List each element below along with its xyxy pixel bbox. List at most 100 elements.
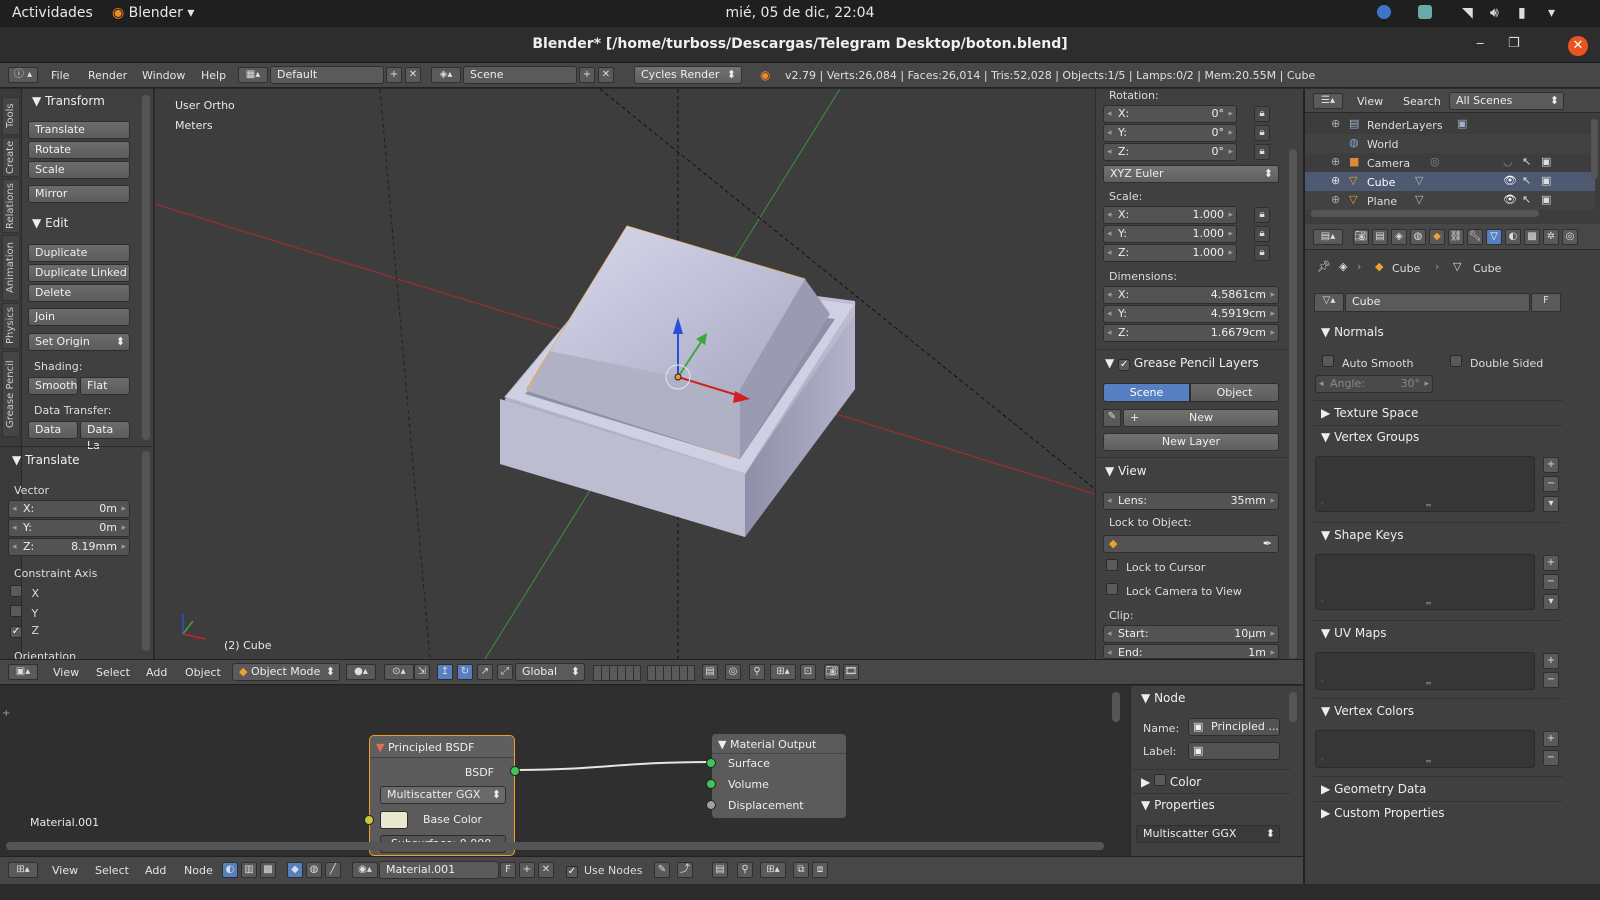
node-editor[interactable]: + ▼ Principled BSDF BSDF Multiscatter GG… xyxy=(0,686,1130,856)
vertex-groups-panel-header[interactable]: ▼ Vertex Groups xyxy=(1321,430,1419,444)
auto-smooth-checkbox[interactable]: Auto Smooth xyxy=(1322,355,1413,370)
manipulator-icon[interactable]: ⇲ xyxy=(414,664,430,680)
outliner-h-scrollbar[interactable] xyxy=(1311,210,1539,217)
mesh-browse-icon[interactable]: ▽▴ xyxy=(1314,293,1344,312)
constraint-z-checkbox[interactable]: ✓ Z xyxy=(10,624,39,638)
operator-panel-header[interactable]: ▼ Translate xyxy=(12,453,80,467)
outliner-display-mode-select[interactable]: All Scenes ⬍ xyxy=(1449,92,1564,110)
layer-buttons-2[interactable] xyxy=(647,665,695,681)
scene-tab-icon[interactable]: ◈ xyxy=(1391,229,1407,245)
lock-camera-checkbox[interactable]: Lock Camera to View xyxy=(1106,583,1242,598)
vertex-group-specials-icon[interactable]: ▾ xyxy=(1543,496,1559,512)
world-shader-icon[interactable]: ◍ xyxy=(306,862,322,878)
tab-relations[interactable]: Relations xyxy=(2,179,20,233)
layer-buttons-1[interactable] xyxy=(593,665,641,681)
node-label-field[interactable]: ▣ xyxy=(1188,742,1280,760)
editor-type-outliner-icon[interactable]: ☰▴ xyxy=(1313,93,1343,109)
properties-panel-header[interactable]: ▼ Properties xyxy=(1141,798,1215,812)
pin-icon[interactable]: 📌︎ xyxy=(1317,260,1331,273)
outliner-menu-search[interactable]: Search xyxy=(1403,95,1441,108)
render-camera-icon[interactable]: ▣ xyxy=(1541,174,1551,187)
scale-y-field[interactable]: ◂ Y: 1.000 ▸ xyxy=(1103,225,1237,243)
texture-tab-icon[interactable]: ▩ xyxy=(1524,229,1540,245)
outliner-menu-view[interactable]: View xyxy=(1357,95,1383,108)
render-camera-icon[interactable]: ▣ xyxy=(1541,193,1551,206)
lock-icon[interactable]: 🔒︎ xyxy=(1254,125,1270,141)
shape-key-specials-icon[interactable]: ▾ xyxy=(1543,594,1559,610)
menu-node-node[interactable]: Node xyxy=(184,864,213,877)
surface-input-socket[interactable] xyxy=(706,758,716,768)
edit-panel-header[interactable]: ▼ Edit xyxy=(32,216,68,230)
principled-node-header[interactable]: ▼ Principled BSDF xyxy=(370,736,514,758)
maximize-icon[interactable]: ❐ xyxy=(1508,36,1520,51)
screen-layout-icon[interactable]: ▦▴ xyxy=(238,67,268,83)
list-filter-icon[interactable]: ◦ xyxy=(1320,597,1325,606)
duplicate-linked-button[interactable]: Duplicate Linked xyxy=(28,264,130,282)
scene-field[interactable]: Scene xyxy=(463,66,577,84)
delete-button[interactable]: Delete xyxy=(28,284,130,302)
rotation-mode-select[interactable]: XYZ Euler ⬍ xyxy=(1103,165,1279,183)
opengl-render-icon[interactable]: 📷︎ xyxy=(824,664,840,680)
paste-nodes-icon[interactable]: ⧈ xyxy=(812,862,828,878)
add-vertex-group-icon[interactable]: + xyxy=(1543,457,1559,473)
snap-element-icon[interactable]: ⊞▴ xyxy=(770,664,796,680)
menu-node-select[interactable]: Select xyxy=(95,864,129,877)
menu-object[interactable]: Object xyxy=(185,666,221,679)
scene-icon[interactable]: ◈▴ xyxy=(431,67,461,83)
outliner-row-camera[interactable]: ⊕ ■ Camera ◎ ◡ ↖ ▣ xyxy=(1305,153,1595,172)
select-arrow-icon[interactable]: ↖ xyxy=(1522,155,1531,168)
system-menu-chevron-icon[interactable]: ▾ xyxy=(1548,5,1555,21)
dimension-y-field[interactable]: ◂ Y: 4.5919cm ▸ xyxy=(1103,305,1279,323)
list-filter-icon[interactable]: ◦ xyxy=(1320,755,1325,764)
lock-icon[interactable]: 🔒︎ xyxy=(1254,226,1270,242)
modifiers-tab-icon[interactable]: 🔧︎ xyxy=(1467,229,1483,245)
proportional-edit-icon[interactable]: ◎ xyxy=(725,664,741,680)
tab-tools[interactable]: Tools xyxy=(2,97,20,135)
material-browse-icon[interactable]: ◉▴ xyxy=(352,862,378,878)
material-name-field[interactable]: Material.001 xyxy=(379,861,499,879)
lock-icon[interactable]: 🔒︎ xyxy=(1254,245,1270,261)
use-nodes-checkbox[interactable]: ✓ Use Nodes xyxy=(566,864,643,878)
mesh-name-field[interactable]: Cube xyxy=(1345,293,1530,312)
expand-icon[interactable]: ⊕ xyxy=(1331,155,1340,168)
lock-icon[interactable]: 🔒︎ xyxy=(1254,207,1270,223)
outliner-row-world[interactable]: ◍ World xyxy=(1305,134,1595,153)
opengl-animation-icon[interactable]: 🎞︎ xyxy=(843,664,859,680)
tab-physics[interactable]: Physics xyxy=(2,303,20,349)
shape-keys-panel-header[interactable]: ▼ Shape Keys xyxy=(1321,528,1403,542)
expand-icon[interactable]: ⊕ xyxy=(1331,174,1340,187)
n-panel-scrollbar[interactable] xyxy=(1289,149,1297,659)
smooth-button[interactable]: Smooth xyxy=(28,377,78,395)
principled-bsdf-node[interactable]: ▼ Principled BSDF BSDF Multiscatter GGX ⬍… xyxy=(369,735,515,856)
fake-user-button[interactable]: F xyxy=(1531,293,1561,312)
chrome-tray-icon[interactable] xyxy=(1377,5,1391,23)
scale-z-field[interactable]: ◂ Z: 1.000 ▸ xyxy=(1103,244,1237,262)
rotation-x-field[interactable]: ◂ X: 0° ▸ xyxy=(1103,105,1237,123)
outliner-row-renderlayers[interactable]: ⊕ ▤ RenderLayers ▣ xyxy=(1305,115,1595,134)
tab-create[interactable]: Create xyxy=(2,137,20,177)
add-shape-key-icon[interactable]: + xyxy=(1543,555,1559,571)
volume-icon[interactable]: 🔊︎ xyxy=(1490,5,1499,21)
editor-type-node-icon[interactable]: ⊞▴ xyxy=(8,862,38,878)
world-tab-icon[interactable]: ◍ xyxy=(1410,229,1426,245)
remove-scene-icon[interactable]: ✕ xyxy=(598,67,614,83)
list-resize-grip-icon[interactable]: ═ xyxy=(1426,679,1431,688)
menu-add[interactable]: Add xyxy=(146,666,167,679)
menu-render[interactable]: Render xyxy=(88,69,127,82)
angle-field[interactable]: ◂ Angle: 30° ▸ xyxy=(1315,375,1433,393)
add-material-icon[interactable]: + xyxy=(519,862,535,878)
list-resize-grip-icon[interactable]: ═ xyxy=(1426,501,1431,510)
particles-tab-icon[interactable]: ✲ xyxy=(1543,229,1559,245)
snap-icon[interactable]: ⚲ xyxy=(749,664,765,680)
close-icon[interactable]: ✕ xyxy=(1568,36,1588,56)
new-grease-button[interactable]: + New xyxy=(1123,409,1279,427)
new-layer-button[interactable]: New Layer xyxy=(1103,433,1279,451)
add-scene-icon[interactable]: + xyxy=(579,67,595,83)
pencil-icon[interactable]: ✎ xyxy=(1103,409,1121,427)
duplicate-button[interactable]: Duplicate xyxy=(28,244,130,262)
lock-object-field[interactable]: ◆ ✒ xyxy=(1103,535,1279,553)
clip-end-field[interactable]: ◂ End: 1m ▸ xyxy=(1103,644,1279,659)
expand-icon[interactable]: ⊕ xyxy=(1331,193,1340,206)
flat-button[interactable]: Flat xyxy=(80,377,130,395)
menu-select[interactable]: Select xyxy=(96,666,130,679)
